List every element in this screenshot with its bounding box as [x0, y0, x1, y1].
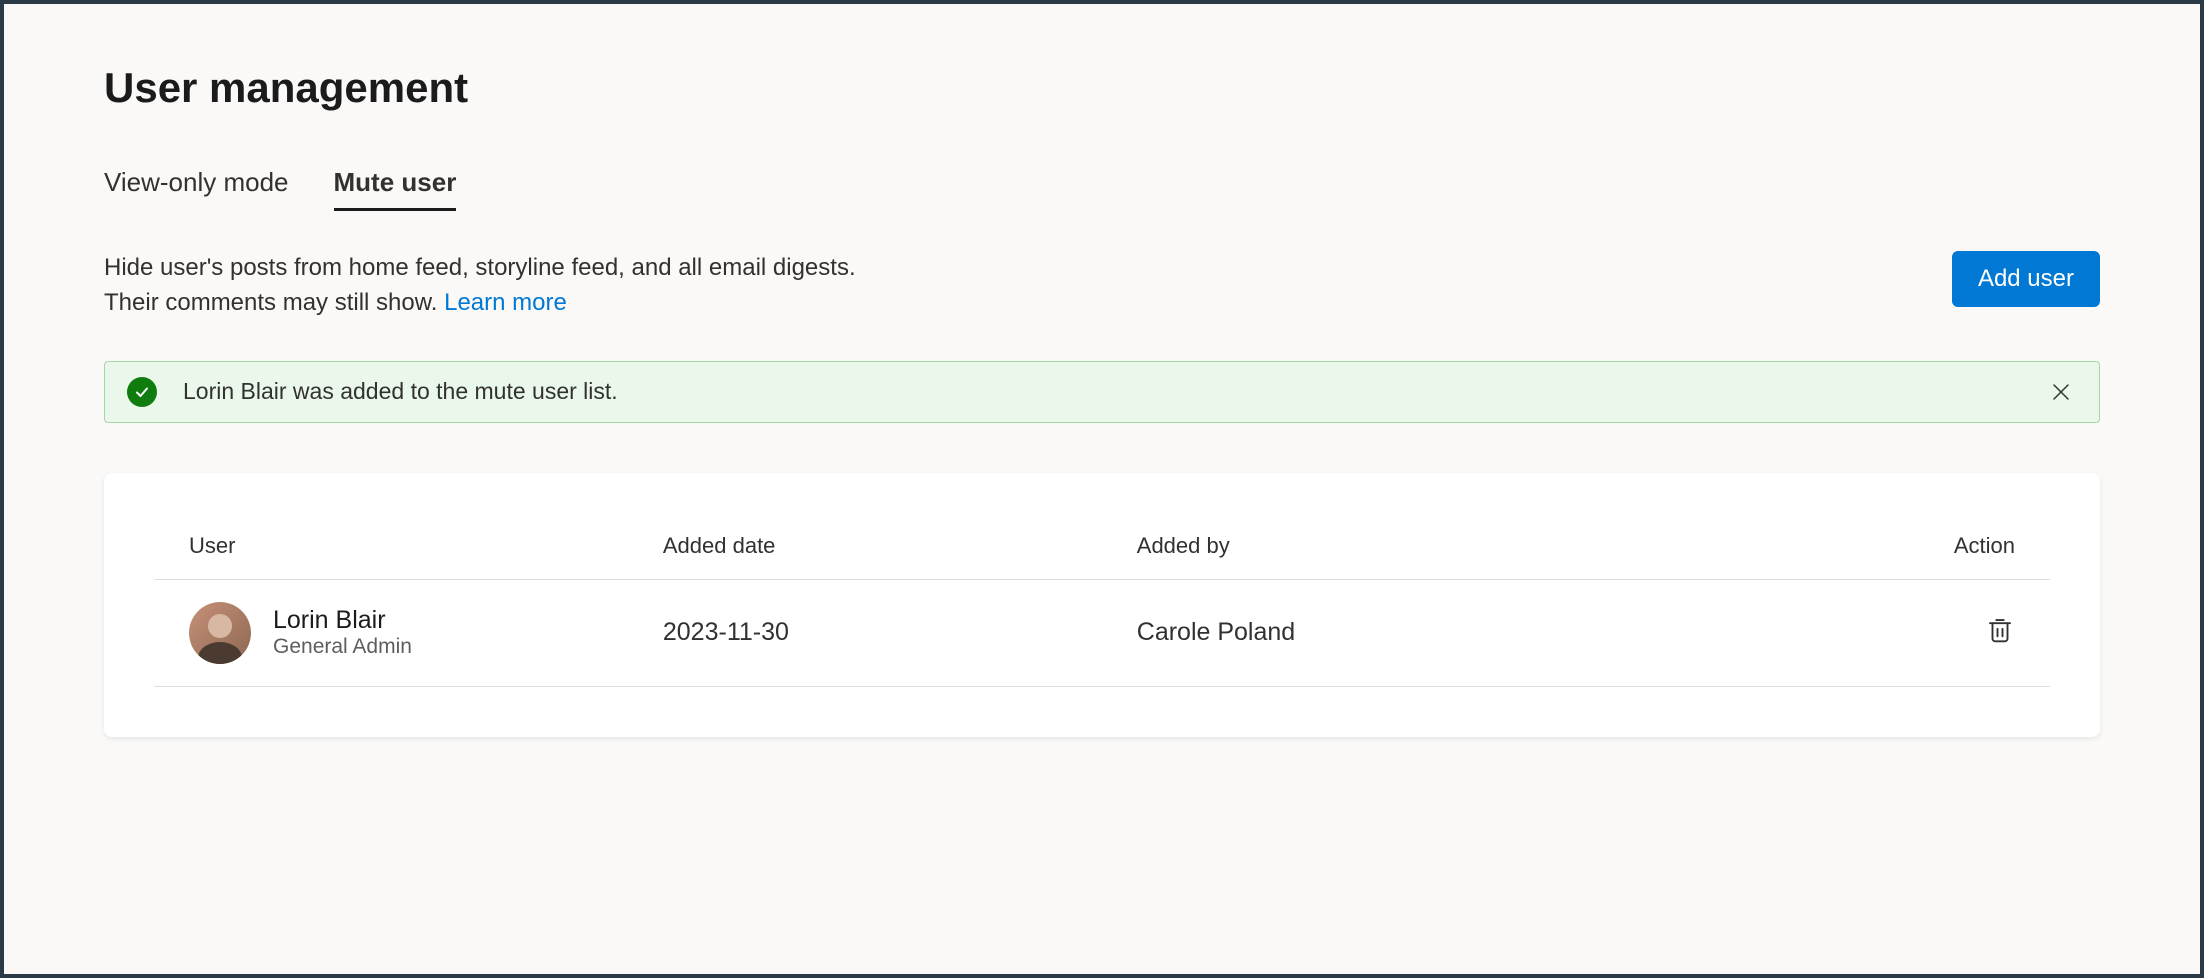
checkmark-icon [127, 377, 157, 407]
tab-view-only-mode[interactable]: View-only mode [104, 167, 289, 211]
delete-button[interactable] [1985, 615, 2015, 650]
header-row: Hide user's posts from home feed, storyl… [104, 251, 2100, 321]
th-added-date: Added date [663, 533, 1137, 559]
tab-mute-user[interactable]: Mute user [334, 167, 457, 211]
avatar [189, 602, 251, 664]
table-header: User Added date Added by Action [154, 513, 2050, 580]
users-table: User Added date Added by Action Lorin Bl… [154, 513, 2050, 687]
action-cell [1895, 615, 2015, 650]
tabs: View-only mode Mute user [104, 167, 2100, 211]
trash-icon [1985, 615, 2015, 650]
added-by: Carole Poland [1137, 618, 1895, 647]
close-icon[interactable] [2045, 376, 2077, 408]
description-text: Hide user's posts from home feed, storyl… [104, 251, 856, 321]
add-user-button[interactable]: Add user [1952, 251, 2100, 307]
success-alert: Lorin Blair was added to the mute user l… [104, 361, 2100, 423]
th-action: Action [1895, 533, 2015, 559]
th-added-by: Added by [1137, 533, 1895, 559]
user-name: Lorin Blair [273, 606, 412, 635]
alert-message: Lorin Blair was added to the mute user l… [183, 378, 2045, 405]
th-user: User [189, 533, 663, 559]
user-cell: Lorin Blair General Admin [189, 602, 663, 664]
description-line1: Hide user's posts from home feed, storyl… [104, 254, 856, 281]
description-line2: Their comments may still show. [104, 289, 444, 316]
users-table-card: User Added date Added by Action Lorin Bl… [104, 473, 2100, 737]
page-title: User management [104, 64, 2100, 112]
learn-more-link[interactable]: Learn more [444, 289, 567, 316]
user-role: General Admin [273, 635, 412, 659]
table-row: Lorin Blair General Admin 2023-11-30 Car… [154, 580, 2050, 687]
added-date: 2023-11-30 [663, 618, 1137, 647]
